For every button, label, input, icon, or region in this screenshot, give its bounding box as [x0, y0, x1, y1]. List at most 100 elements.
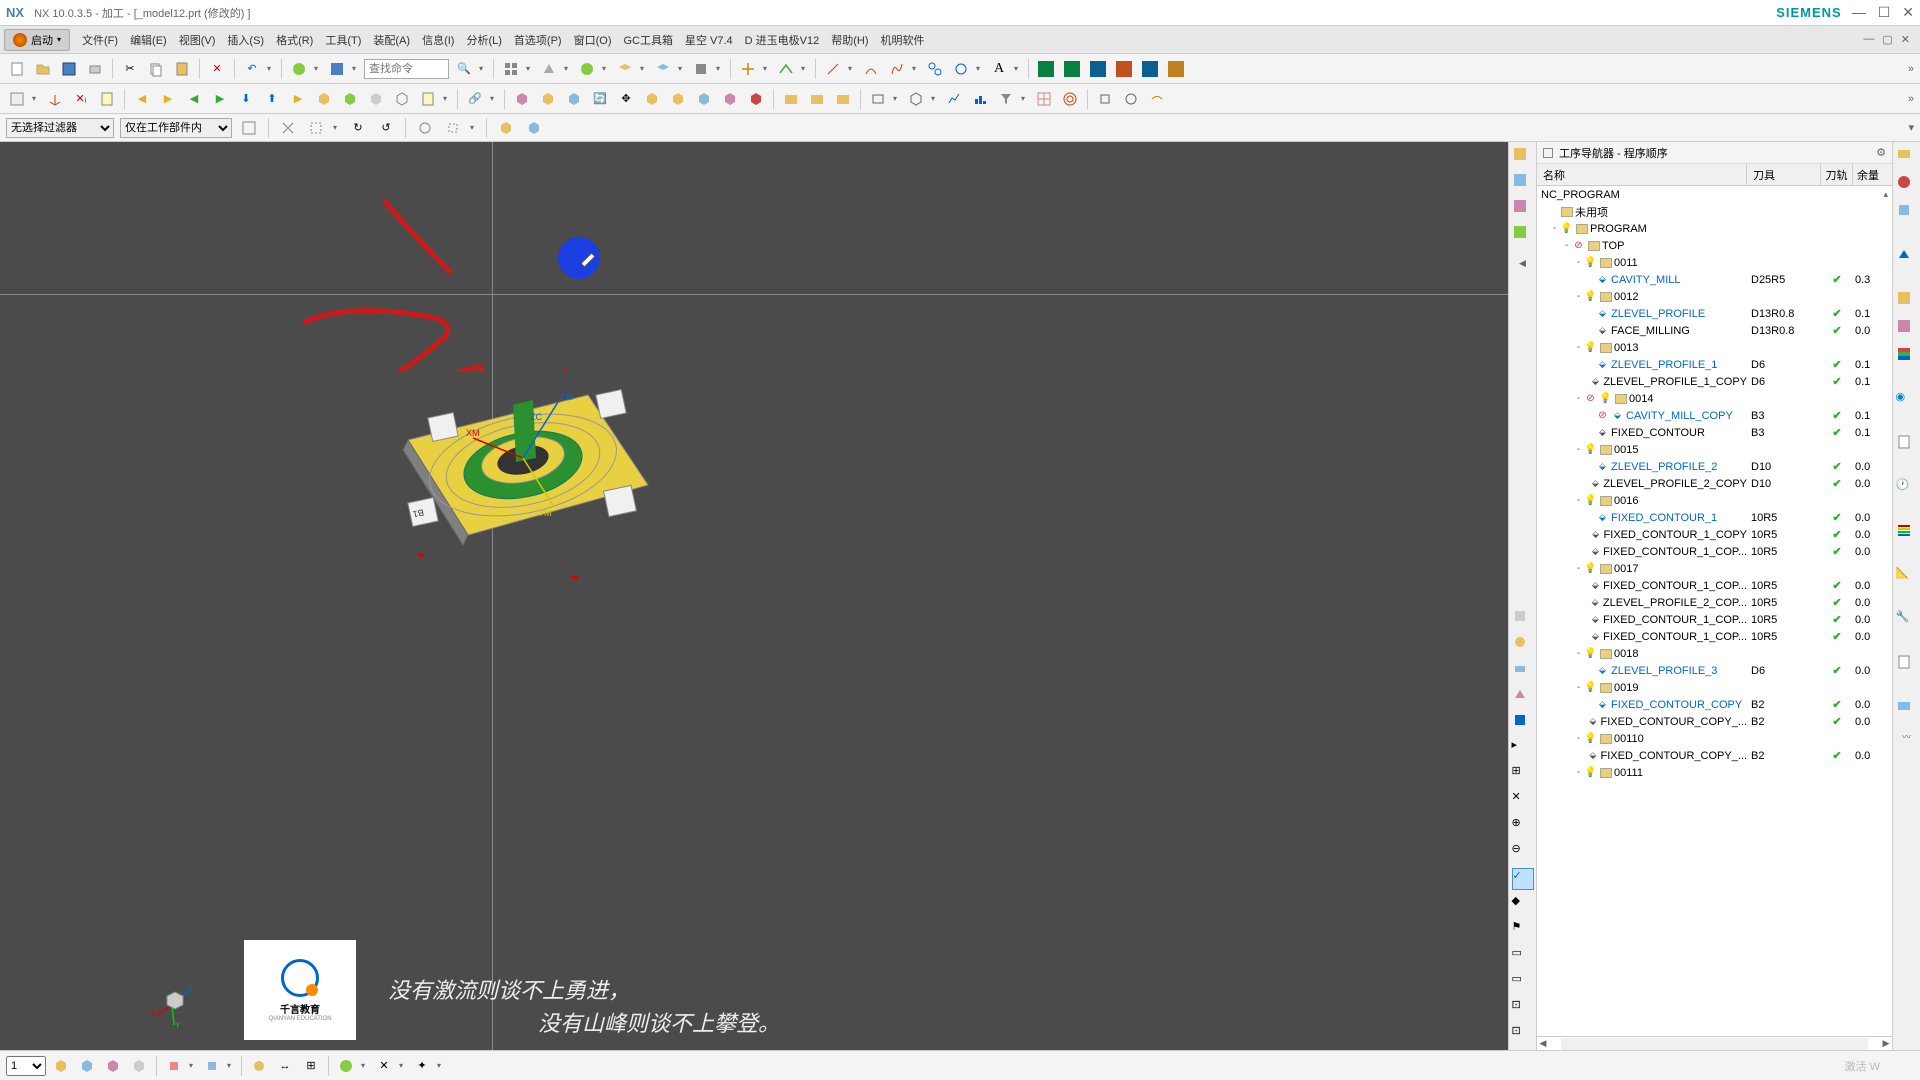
- tree-row[interactable]: -💡0017: [1537, 560, 1892, 577]
- filter-btn-1[interactable]: [238, 117, 260, 139]
- solid-8-icon[interactable]: [745, 88, 767, 110]
- vt-12[interactable]: ⚑: [1512, 920, 1534, 942]
- tree-row[interactable]: -💡0011: [1537, 254, 1892, 271]
- 3d-viewport[interactable]: B1 XM YM ZM ZC X Y Z 千言教育 QIANYAN EDUCAT…: [0, 142, 1508, 1050]
- print-icon[interactable]: [84, 58, 106, 80]
- tree-row[interactable]: ⬙FIXED_CONTOUR_1_COPY10R5✔0.0: [1537, 526, 1892, 543]
- rt-10[interactable]: 🔧: [1896, 610, 1918, 632]
- start-menu[interactable]: 启动 ▾: [4, 29, 70, 51]
- rt-4[interactable]: [1896, 246, 1918, 268]
- menu-item[interactable]: 文件(F): [76, 29, 124, 51]
- vt-check-icon[interactable]: ✓: [1512, 868, 1534, 890]
- vt-9[interactable]: ⊕: [1512, 816, 1534, 838]
- bb-6[interactable]: [201, 1055, 223, 1077]
- menu-item[interactable]: 信息(I): [416, 29, 460, 51]
- graph-icon[interactable]: [943, 88, 965, 110]
- square2-icon[interactable]: [1094, 88, 1116, 110]
- csys-icon[interactable]: [44, 88, 66, 110]
- doc-minimize-button[interactable]: —: [1863, 33, 1874, 46]
- menu-item[interactable]: 装配(A): [367, 29, 416, 51]
- bb-4[interactable]: [128, 1055, 150, 1077]
- globe-icon[interactable]: [576, 58, 598, 80]
- vt-11[interactable]: ◆: [1512, 894, 1534, 916]
- tree-row[interactable]: -💡0016: [1537, 492, 1892, 509]
- tree-row[interactable]: ⬙FIXED_CONTOUR_1_COP...10R5✔0.0: [1537, 577, 1892, 594]
- solid-4-icon[interactable]: [641, 88, 663, 110]
- grid-icon[interactable]: [500, 58, 522, 80]
- bb-7[interactable]: [248, 1055, 270, 1077]
- navigator-tree[interactable]: NC_PROGRAM▴未用项-💡PROGRAM-⊘TOP-💡0011⬙CAVIT…: [1537, 186, 1892, 1036]
- app4-icon[interactable]: [1113, 58, 1135, 80]
- toolbox-2-icon[interactable]: [806, 88, 828, 110]
- rect-icon[interactable]: [867, 88, 889, 110]
- tree-row[interactable]: -💡0012: [1537, 288, 1892, 305]
- layer-icon[interactable]: [614, 58, 636, 80]
- menu-item[interactable]: GC工具箱: [617, 29, 679, 51]
- tree-row[interactable]: -💡00110: [1537, 730, 1892, 747]
- spline2-icon[interactable]: [950, 58, 972, 80]
- command-search-input[interactable]: [364, 59, 449, 79]
- filter-btn-4[interactable]: ↻: [347, 117, 369, 139]
- link-icon[interactable]: 🔗: [464, 88, 486, 110]
- layer2-icon[interactable]: [652, 58, 674, 80]
- tree-row[interactable]: -⊘💡0014: [1537, 390, 1892, 407]
- square-icon[interactable]: [690, 58, 712, 80]
- solid-3-icon[interactable]: [563, 88, 585, 110]
- col-path[interactable]: 刀轨: [1821, 164, 1853, 185]
- tree-row[interactable]: -💡PROGRAM: [1537, 220, 1892, 237]
- tree-row[interactable]: ⬙FIXED_CONTOUR_110R5✔0.0: [1537, 509, 1892, 526]
- rt-7[interactable]: [1896, 346, 1918, 368]
- vt-15[interactable]: ⊡: [1512, 998, 1534, 1020]
- selection-filter-select[interactable]: 无选择过滤器: [6, 118, 114, 138]
- menu-item[interactable]: 插入(S): [221, 29, 270, 51]
- step-in-icon[interactable]: ⬇: [235, 88, 257, 110]
- bb-11[interactable]: ✕: [373, 1055, 395, 1077]
- col-rem[interactable]: 余量: [1853, 164, 1889, 185]
- filter-btn-7[interactable]: [442, 117, 464, 139]
- filter-btn-2[interactable]: [277, 117, 299, 139]
- vt-13[interactable]: ▭: [1512, 946, 1534, 968]
- app5-icon[interactable]: [1139, 58, 1161, 80]
- menu-item[interactable]: 帮助(H): [825, 29, 874, 51]
- move-icon[interactable]: ✥: [615, 88, 637, 110]
- tree-row[interactable]: -💡00111: [1537, 764, 1892, 781]
- target-icon[interactable]: [1059, 88, 1081, 110]
- vt-5[interactable]: [1512, 712, 1534, 734]
- search-icon[interactable]: 🔍: [453, 58, 475, 80]
- tree-row[interactable]: -💡0019: [1537, 679, 1892, 696]
- menu-item[interactable]: 视图(V): [173, 29, 222, 51]
- zoom-select[interactable]: 1: [6, 1056, 46, 1076]
- col-name[interactable]: 名称: [1537, 164, 1747, 185]
- app3-icon[interactable]: [1087, 58, 1109, 80]
- step-out-icon[interactable]: ⬆: [261, 88, 283, 110]
- render-icon[interactable]: [538, 58, 560, 80]
- rt-11[interactable]: [1896, 654, 1918, 676]
- text-icon[interactable]: A: [988, 58, 1010, 80]
- tree-row[interactable]: ⬙CAVITY_MILLD25R5✔0.3: [1537, 271, 1892, 288]
- doc-restore-button[interactable]: ▢: [1882, 33, 1892, 46]
- prev-icon[interactable]: ◀: [131, 88, 153, 110]
- rt-3[interactable]: [1896, 202, 1918, 224]
- rt-1[interactable]: [1896, 146, 1918, 168]
- tree-row[interactable]: 未用项: [1537, 203, 1892, 220]
- app2-icon[interactable]: [1061, 58, 1083, 80]
- menu-item[interactable]: D 进玉电极V12: [739, 29, 826, 51]
- tree-row[interactable]: ⬙ZLEVEL_PROFILE_2D10✔0.0: [1537, 458, 1892, 475]
- new-file-icon[interactable]: [6, 58, 28, 80]
- nav-method-icon[interactable]: [1512, 224, 1534, 246]
- copy-icon[interactable]: [145, 58, 167, 80]
- tree-row[interactable]: ⬙FIXED_CONTOUR_COPY_...B2✔0.0: [1537, 747, 1892, 764]
- bb-9[interactable]: ⊞: [300, 1055, 322, 1077]
- bb-8[interactable]: ↔: [274, 1055, 296, 1077]
- filter-btn-3[interactable]: [305, 117, 327, 139]
- menu-item[interactable]: 机明软件: [875, 29, 931, 51]
- rt-2[interactable]: [1896, 174, 1918, 196]
- tree-row[interactable]: -💡0013: [1537, 339, 1892, 356]
- navigator-hscroll[interactable]: ◀▶: [1537, 1036, 1892, 1050]
- toolbox-3-icon[interactable]: [832, 88, 854, 110]
- curve2-icon[interactable]: [1146, 88, 1168, 110]
- solid-2-icon[interactable]: [537, 88, 559, 110]
- bb-3[interactable]: [102, 1055, 124, 1077]
- view-icon[interactable]: [6, 88, 28, 110]
- close-button[interactable]: ✕: [1902, 4, 1914, 21]
